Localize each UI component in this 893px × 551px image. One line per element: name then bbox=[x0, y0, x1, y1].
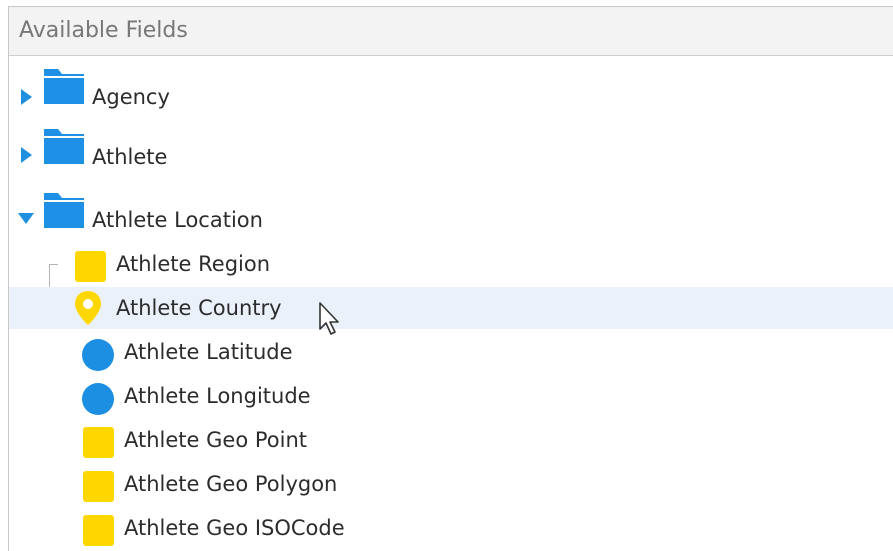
measure-circle-icon bbox=[82, 383, 114, 415]
folder-label: Athlete bbox=[92, 145, 168, 169]
panel-header: Available Fields bbox=[9, 7, 893, 56]
measure-circle-icon bbox=[82, 339, 114, 371]
field-label: Athlete Region bbox=[116, 252, 271, 276]
chevron-right-icon[interactable] bbox=[21, 89, 32, 105]
field-label: Athlete Country bbox=[116, 296, 282, 320]
folder-athlete-location[interactable]: Athlete Location bbox=[9, 193, 893, 241]
field-athlete-longitude[interactable]: Athlete Longitude bbox=[9, 375, 893, 417]
field-label: Athlete Geo Polygon bbox=[124, 472, 338, 496]
dimension-square-icon bbox=[75, 251, 106, 282]
dimension-square-icon bbox=[83, 515, 114, 546]
field-athlete-latitude[interactable]: Athlete Latitude bbox=[9, 331, 893, 373]
field-label: Athlete Geo Point bbox=[124, 428, 307, 452]
field-athlete-country[interactable]: Athlete Country bbox=[9, 287, 893, 335]
folder-agency[interactable]: Agency bbox=[9, 69, 893, 117]
field-athlete-region[interactable]: Athlete Region bbox=[9, 243, 893, 285]
panel-title: Available Fields bbox=[19, 18, 188, 43]
folder-label: Athlete Location bbox=[92, 208, 263, 232]
dimension-square-icon bbox=[83, 427, 114, 458]
folder-icon bbox=[44, 69, 84, 104]
field-label: Athlete Longitude bbox=[124, 384, 311, 408]
map-pin-icon bbox=[75, 291, 101, 325]
field-athlete-geo-point[interactable]: Athlete Geo Point bbox=[9, 419, 893, 461]
available-fields-panel: Available Fields Agency Athlete Athlete … bbox=[8, 6, 893, 551]
field-label: Athlete Geo ISOCode bbox=[124, 516, 345, 540]
folder-icon bbox=[44, 129, 84, 164]
chevron-right-icon[interactable] bbox=[21, 147, 32, 163]
folder-label: Agency bbox=[92, 85, 170, 109]
field-label: Athlete Latitude bbox=[124, 340, 293, 364]
folder-open-icon bbox=[44, 193, 84, 228]
dimension-square-icon bbox=[83, 471, 114, 502]
chevron-down-icon[interactable] bbox=[18, 213, 34, 224]
folder-athlete[interactable]: Athlete bbox=[9, 129, 893, 179]
field-athlete-geo-polygon[interactable]: Athlete Geo Polygon bbox=[9, 463, 893, 505]
field-athlete-geo-isocode[interactable]: Athlete Geo ISOCode bbox=[9, 507, 893, 549]
